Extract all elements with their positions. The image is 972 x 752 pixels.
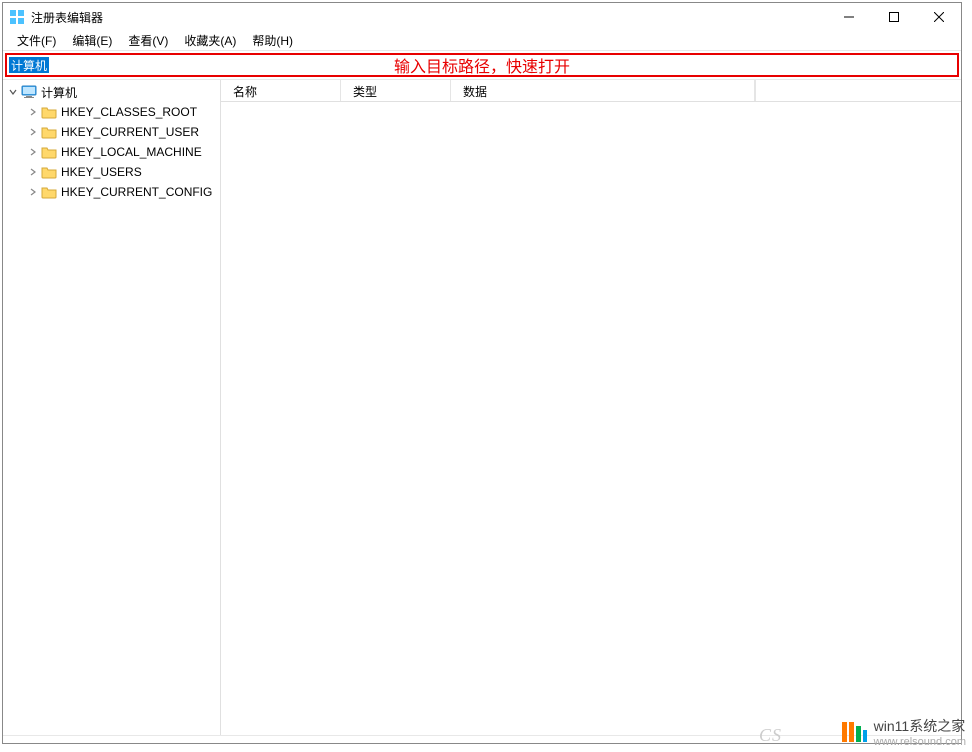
list-pane: 名称 类型 数据 <box>221 80 961 735</box>
menu-favorites[interactable]: 收藏夹(A) <box>176 30 244 51</box>
menubar: 文件(F) 编辑(E) 查看(V) 收藏夹(A) 帮助(H) <box>3 31 961 51</box>
menu-edit[interactable]: 编辑(E) <box>64 30 120 51</box>
watermark-url: www.relsound.com <box>874 736 966 748</box>
tree-node-label: HKEY_CURRENT_CONFIG <box>61 185 212 199</box>
folder-icon <box>41 104 57 120</box>
folder-icon <box>41 184 57 200</box>
folder-icon <box>41 124 57 140</box>
list-header: 名称 类型 数据 <box>221 80 961 102</box>
tree-root-computer[interactable]: 计算机 <box>3 82 220 102</box>
cs-watermark: CS <box>759 725 782 746</box>
statusbar <box>3 735 961 743</box>
column-type[interactable]: 类型 <box>341 80 451 101</box>
tree-node-label: HKEY_CURRENT_USER <box>61 125 199 139</box>
tree-pane[interactable]: 计算机 HKEY_CLASSES_ROOT HKEY_CURRENT_USE <box>3 80 221 735</box>
column-name[interactable]: 名称 <box>221 80 341 101</box>
tree-node-hkcr[interactable]: HKEY_CLASSES_ROOT <box>3 102 220 122</box>
addressbar-container: 计算机 输入目标路径，快速打开 <box>5 53 959 77</box>
watermark-title: win11系统之家 <box>874 716 966 736</box>
maximize-button[interactable] <box>871 3 916 31</box>
tree-node-hkcu[interactable]: HKEY_CURRENT_USER <box>3 122 220 142</box>
menu-view[interactable]: 查看(V) <box>120 30 176 51</box>
tree-node-label: HKEY_LOCAL_MACHINE <box>61 145 202 159</box>
address-input[interactable] <box>7 55 957 75</box>
folder-icon <box>41 144 57 160</box>
tree-node-label: HKEY_USERS <box>61 165 142 179</box>
minimize-button[interactable] <box>826 3 871 31</box>
chevron-right-icon[interactable] <box>27 186 39 198</box>
app-icon <box>9 9 25 25</box>
watermark-logo-icon <box>840 718 868 746</box>
registry-editor-window: 注册表编辑器 文件(F) 编辑(E) 查看(V) 收藏夹(A) 帮助(H) 计算… <box>2 2 962 744</box>
list-body[interactable] <box>221 102 961 735</box>
chevron-right-icon[interactable] <box>27 146 39 158</box>
main-area: 计算机 HKEY_CLASSES_ROOT HKEY_CURRENT_USE <box>3 79 961 735</box>
tree-node-hklm[interactable]: HKEY_LOCAL_MACHINE <box>3 142 220 162</box>
menu-file[interactable]: 文件(F) <box>9 30 64 51</box>
tree-node-label: HKEY_CLASSES_ROOT <box>61 105 197 119</box>
folder-icon <box>41 164 57 180</box>
menu-help[interactable]: 帮助(H) <box>244 30 301 51</box>
address-selection: 计算机 <box>9 57 49 73</box>
chevron-right-icon[interactable] <box>27 126 39 138</box>
tree-node-hku[interactable]: HKEY_USERS <box>3 162 220 182</box>
chevron-down-icon[interactable] <box>7 86 19 98</box>
titlebar: 注册表编辑器 <box>3 3 961 31</box>
site-watermark: win11系统之家 www.relsound.com <box>840 716 966 748</box>
column-data[interactable]: 数据 <box>451 80 755 101</box>
window-title: 注册表编辑器 <box>31 9 103 26</box>
tree-root-label: 计算机 <box>41 84 77 101</box>
chevron-right-icon[interactable] <box>27 166 39 178</box>
computer-icon <box>21 84 37 100</box>
close-button[interactable] <box>916 3 961 31</box>
chevron-right-icon[interactable] <box>27 106 39 118</box>
tree-node-hkcc[interactable]: HKEY_CURRENT_CONFIG <box>3 182 220 202</box>
